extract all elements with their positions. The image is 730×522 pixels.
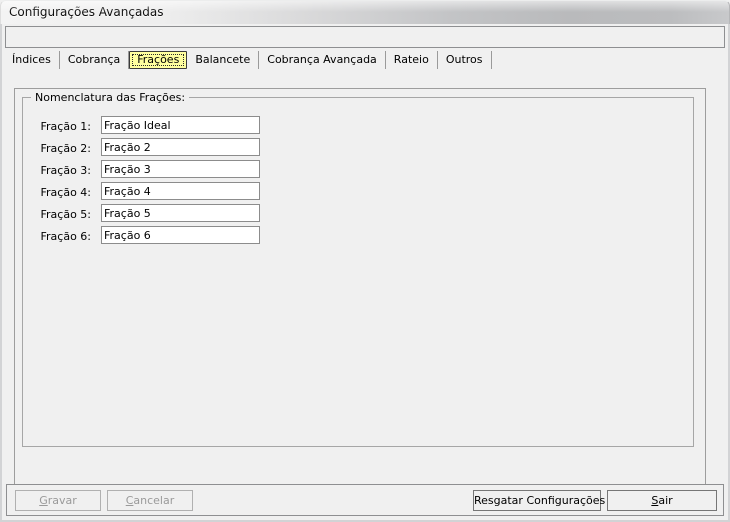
- fraction-label-2: Fração 2:: [40, 142, 91, 155]
- fraction-label-6: Fração 6:: [40, 230, 91, 243]
- tab-cobran-a[interactable]: Cobrança: [60, 51, 130, 69]
- groupbox-legend: Nomenclatura das Frações:: [31, 91, 190, 104]
- tab-content-panel: Nomenclatura das Frações: Fração 1: Fraçã…: [14, 88, 706, 499]
- fraction-input-6[interactable]: [101, 226, 260, 244]
- tab-ndices[interactable]: Índices: [6, 51, 60, 69]
- tab-label: Outros: [445, 53, 483, 66]
- window-frame: Índices Cobrança Frações Balancete Cobrança …: [0, 24, 730, 522]
- fraction-input-4[interactable]: [101, 182, 260, 200]
- cancel-button[interactable]: Cancelar: [107, 490, 193, 511]
- tab-label: Índices: [12, 53, 51, 66]
- tab-outros[interactable]: Outros: [438, 51, 492, 69]
- fraction-input-3[interactable]: [101, 160, 260, 178]
- fraction-nomenclature-groupbox: Nomenclatura das Frações: Fração 1: Fraçã…: [22, 91, 694, 447]
- restore-settings-button[interactable]: Resgatar Configurações: [473, 490, 605, 511]
- tab-label: Cobrança: [67, 53, 121, 66]
- fraction-field-row: Fração 5:: [23, 204, 693, 226]
- fraction-label-3: Fração 3:: [40, 164, 91, 177]
- window-title: Configurações Avançadas: [9, 5, 164, 19]
- fraction-field-row: Fração 6:: [23, 226, 693, 248]
- toolbar-strip: [5, 26, 725, 48]
- tab-label: Rateio: [393, 53, 429, 66]
- dialog-button-bar: Gravar Cancelar Resgatar Configurações S…: [6, 484, 724, 516]
- exit-button-label: air: [658, 494, 673, 507]
- tab-balancete[interactable]: Balancete: [187, 51, 260, 69]
- fraction-field-row: Fração 4:: [23, 182, 693, 204]
- fraction-label-4: Fração 4:: [40, 186, 91, 199]
- fraction-field-row: Fração 2:: [23, 138, 693, 160]
- fraction-field-row: Fração 1:: [23, 116, 693, 138]
- restore-settings-button-label: Resgatar Configurações: [474, 494, 606, 507]
- fraction-field-row: Fração 3:: [23, 160, 693, 182]
- save-button[interactable]: Gravar: [15, 490, 101, 511]
- save-button-accel: G: [39, 494, 48, 507]
- cancel-button-label: ancelar: [133, 494, 175, 507]
- tab-cobran-a-avan-ada[interactable]: Cobrança Avançada: [259, 51, 386, 69]
- fraction-fields-list: Fração 1: Fração 2: Fração 3: Fração 4: Fraç…: [23, 116, 693, 248]
- tab-rateio[interactable]: Rateio: [386, 51, 438, 69]
- tab-strip: Índices Cobrança Frações Balancete Cobrança …: [6, 50, 728, 69]
- save-button-label: ravar: [47, 494, 77, 507]
- tab-label: Frações: [137, 53, 180, 66]
- tab-label: Cobrança Avançada: [267, 53, 377, 66]
- advanced-settings-window: Configurações Avançadas Índices Cobrança F…: [0, 0, 730, 522]
- tab-fra-es[interactable]: Frações: [129, 51, 188, 69]
- fraction-label-1: Fração 1:: [40, 120, 91, 133]
- fraction-input-2[interactable]: [101, 138, 260, 156]
- exit-button[interactable]: Sair: [607, 490, 717, 511]
- fraction-input-1[interactable]: [101, 116, 260, 134]
- fraction-label-5: Fração 5:: [40, 208, 91, 221]
- tab-label: Balancete: [195, 53, 251, 66]
- fraction-input-5[interactable]: [101, 204, 260, 222]
- window-titlebar[interactable]: Configurações Avançadas: [0, 0, 730, 24]
